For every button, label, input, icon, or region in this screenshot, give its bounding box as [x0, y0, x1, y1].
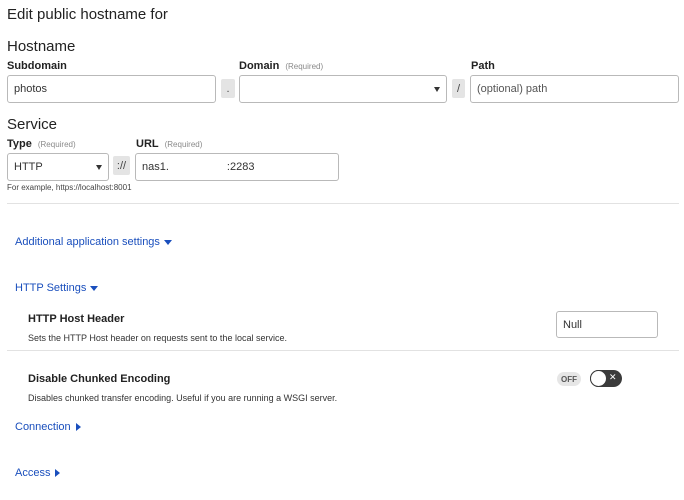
type-value: HTTP	[14, 161, 43, 173]
close-icon: ✕	[609, 372, 617, 382]
caret-down-icon	[434, 86, 440, 92]
triangle-down-icon	[163, 239, 172, 245]
domain-required-note: (Required)	[285, 62, 324, 71]
slash-separator: /	[452, 79, 465, 98]
type-label: Type (Required)	[7, 138, 76, 150]
type-required-note: (Required)	[37, 140, 76, 149]
url-label: URL (Required)	[136, 138, 203, 150]
path-input[interactable]: (optional) path	[470, 75, 679, 103]
triangle-down-icon	[90, 285, 99, 291]
domain-label: Domain (Required)	[239, 60, 324, 72]
triangle-right-icon	[55, 469, 61, 477]
toggle-state-badge: OFF	[557, 372, 581, 386]
additional-settings-label: Additional application settings	[15, 236, 160, 248]
url-example-hint: For example, https://localhost:8001	[7, 183, 132, 192]
subdomain-value: photos	[14, 83, 48, 95]
host-header-title: HTTP Host Header	[28, 313, 125, 325]
path-label: Path	[471, 60, 495, 72]
subdomain-input[interactable]: photos	[7, 75, 216, 103]
triangle-right-icon	[75, 423, 81, 431]
caret-down-icon	[96, 164, 102, 170]
connection-toggle[interactable]: Connection	[15, 421, 81, 433]
path-placeholder: (optional) path	[477, 83, 548, 95]
page-title: Edit public hostname for	[7, 6, 168, 23]
section-divider	[7, 203, 679, 204]
url-required-note: (Required)	[164, 140, 203, 149]
setting-divider	[7, 350, 679, 351]
host-header-value: Null	[563, 318, 582, 331]
access-label: Access	[15, 467, 51, 479]
host-header-description: Sets the HTTP Host header on requests se…	[28, 333, 287, 343]
access-toggle[interactable]: Access	[15, 467, 61, 479]
http-settings-toggle[interactable]: HTTP Settings	[15, 282, 99, 294]
connection-label: Connection	[15, 421, 71, 433]
url-host-value: nas1.	[142, 161, 169, 173]
type-select[interactable]: HTTP	[7, 153, 109, 181]
toggle-knob	[590, 370, 607, 387]
scheme-separator: ://	[113, 156, 130, 175]
host-header-input[interactable]: Null	[556, 311, 658, 338]
dot-separator: .	[221, 79, 235, 98]
http-settings-label: HTTP Settings	[15, 282, 87, 294]
domain-select[interactable]	[239, 75, 447, 103]
chunked-encoding-title: Disable Chunked Encoding	[28, 373, 171, 385]
chunked-encoding-toggle[interactable]: ✕	[590, 370, 622, 387]
url-input[interactable]: nas1. :2283	[135, 153, 339, 181]
chunked-encoding-description: Disables chunked transfer encoding. Usef…	[28, 393, 338, 403]
url-port-value: :2283	[226, 161, 255, 173]
hostname-section-title: Hostname	[7, 38, 76, 55]
additional-settings-toggle[interactable]: Additional application settings	[15, 236, 172, 248]
subdomain-label: Subdomain	[7, 60, 67, 72]
service-section-title: Service	[7, 116, 58, 133]
